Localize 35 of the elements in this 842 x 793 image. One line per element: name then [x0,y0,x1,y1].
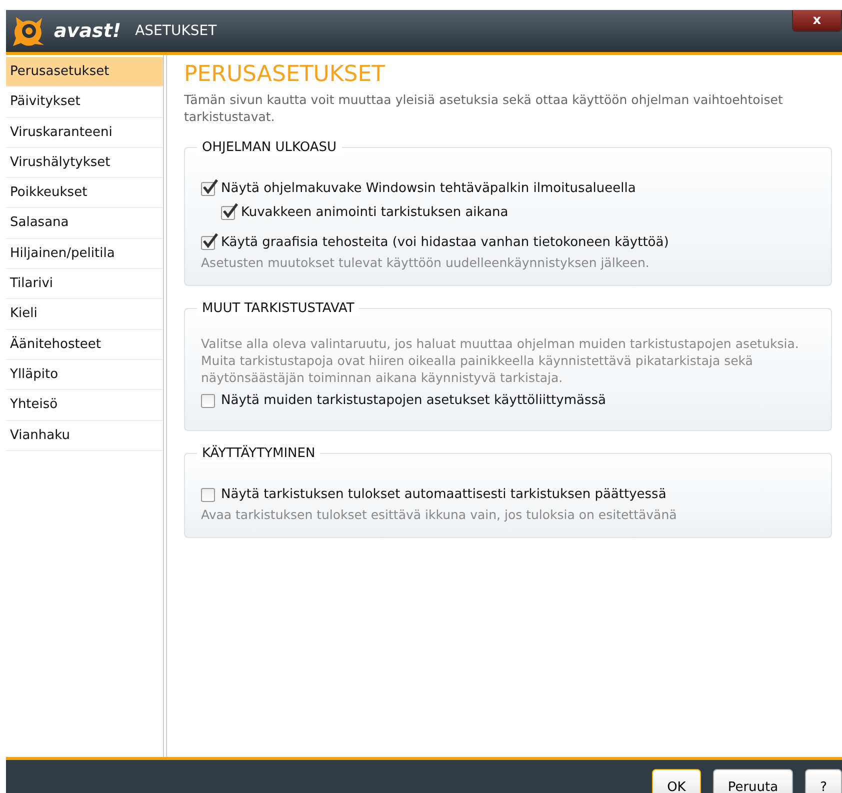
checkbox-label: Näytä tarkistuksen tulokset automaattisesti tarkistuksen päättyessä [221,486,666,504]
checkbox-label: Näytä ohjelmakuvake Windowsin tehtäväpalkin ilmoitusalueella [221,180,636,198]
hint-text: Asetusten muutokset tulevat käyttöön uudelleenkäynnistyksen jälkeen. [201,254,650,271]
checkbox-label: Näytä muiden tarkistustapojen asetukset käyttöliittymässä [221,392,606,410]
checkbox[interactable] [221,206,235,220]
hint-text: Avaa tarkistuksen tulokset esittävä ikkuna vain, jos tuloksia on esitettävänä [201,506,678,523]
checkbox[interactable] [201,182,215,196]
window-title: ASETUKSET [135,22,217,40]
close-button[interactable]: x [792,10,842,32]
checkbox-label: Kuvakkeen animointi tarkistuksen aikana [241,204,508,222]
sidebar-item[interactable]: Kieli [6,299,163,330]
group-title: OHJELMAN ULKOASU [197,139,342,156]
page-heading: PERUSASETUKSET [184,61,386,89]
sidebar-item[interactable]: Poikkeukset [6,178,163,208]
sidebar-item[interactable]: Yhteisö [6,390,163,421]
sidebar-item[interactable]: Salasana [6,208,163,239]
page-description: Tämän sivun kautta voit muuttaa yleisiä asetuksia sekä ottaa käyttöön ohjelman vaihtoehtoiset tarkistustavat. [184,91,784,125]
sidebar-item[interactable]: Viruskaranteeni [6,118,163,148]
sidebar-item[interactable]: Päivitykset [6,87,163,118]
logo-text: avast! [54,18,122,44]
checkbox[interactable] [201,394,215,408]
dialog-button[interactable]: Peruuta [712,769,794,793]
checkbox-label: Käytä graafisia tehosteita (voi hidastaa vanhan tietokoneen käyttöä) [221,234,669,252]
sidebar-item[interactable]: Vianhaku [6,420,163,451]
checkbox[interactable] [201,488,215,502]
sidebar-item[interactable]: Ylläpito [6,360,163,390]
checkbox[interactable] [201,236,215,250]
sidebar-item[interactable]: Hiljainen/pelitila [6,238,163,270]
sidebar-item[interactable]: Tilarivi [6,269,163,300]
dialog-button[interactable]: ? [805,769,842,793]
sidebar-item[interactable]: Perusasetukset [6,57,163,88]
sidebar-item[interactable]: Virushälytykset [6,148,163,178]
sidebar-item[interactable]: Äänitehosteet [6,330,163,360]
dialog-button[interactable]: OK [652,769,701,793]
hint-text: Valitse alla oleva valintaruutu, jos haluat muuttaa ohjelman muiden tarkistustapojen asetuksia. Muita tarkistustapoja ovat hiiren oikealla painikkeella käynnistettävä pikatarkistaja sekä näytönsäästäjän toiminnan aikana käynnistyvä tarkistaja. [201,335,800,386]
